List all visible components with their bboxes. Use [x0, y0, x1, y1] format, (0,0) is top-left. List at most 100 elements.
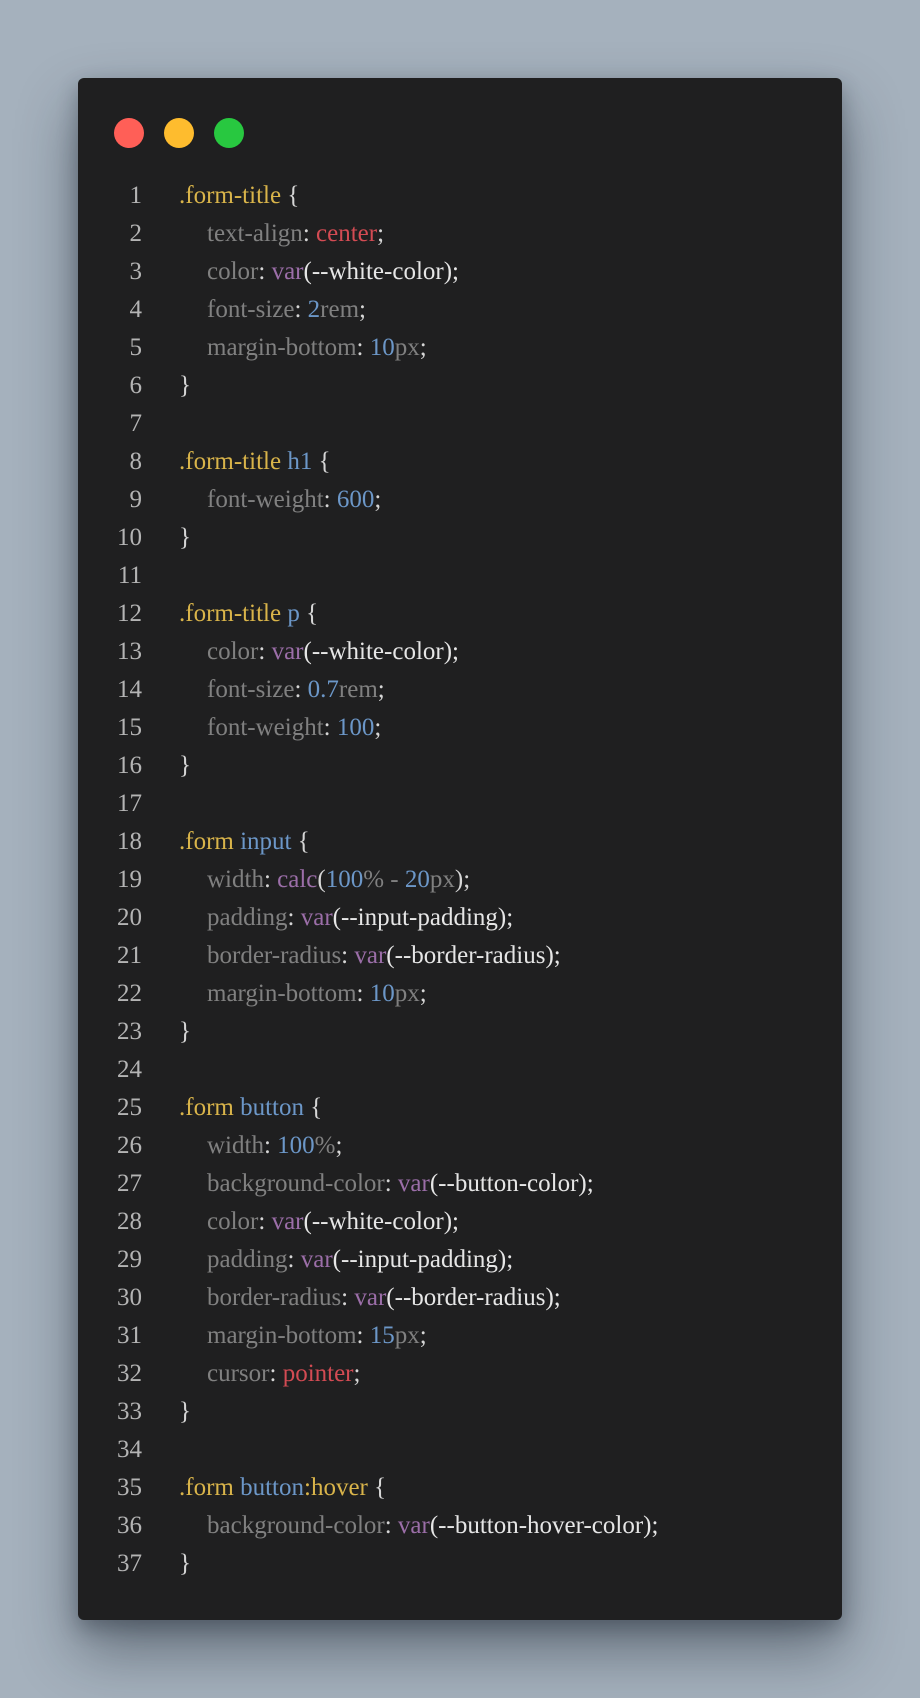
- line-number: 35: [117, 1474, 142, 1501]
- code-token: {: [367, 1474, 387, 1501]
- code-line: 10}: [78, 519, 842, 557]
- code-text: .form input {: [142, 823, 310, 861]
- code-token: (--white-color);: [303, 638, 459, 665]
- code-token: .form-title: [179, 448, 282, 475]
- code-line: 20 padding: var(--input-padding);: [78, 899, 842, 937]
- code-line: 25 .form button {: [78, 1089, 842, 1127]
- code-line: 2 text-align: center;: [78, 215, 842, 253]
- line-number: 5: [129, 334, 143, 361]
- code-line: 33}: [78, 1393, 842, 1431]
- code-token: (--white-color);: [303, 258, 459, 285]
- code-text: font-weight: 100;: [142, 709, 381, 747]
- minimize-window-icon[interactable]: [164, 118, 194, 148]
- code-token: :: [287, 904, 301, 931]
- code-token: calc: [277, 866, 318, 893]
- code-token: var: [397, 1512, 430, 1539]
- code-line: 36 background-color: var(--button-hover-c…: [78, 1507, 842, 1545]
- code-token: px: [394, 1322, 420, 1349]
- line-number: 7: [129, 410, 143, 437]
- code-token: ;: [419, 980, 427, 1007]
- code-line: 1 .form-title {: [78, 177, 842, 215]
- code-token: (--border-radius);: [386, 1284, 561, 1311]
- code-line: 17: [78, 785, 842, 823]
- code-token: :: [323, 714, 337, 741]
- code-text: width: calc(100% - 20px);: [142, 861, 470, 899]
- line-number: 34: [117, 1436, 142, 1463]
- code-line: 23}: [78, 1013, 842, 1051]
- code-line: 13 color: var(--white-color);: [78, 633, 842, 671]
- code-token: px: [394, 980, 420, 1007]
- code-token: (--white-color);: [303, 1208, 459, 1235]
- code-text: .form button:hover {: [142, 1469, 386, 1507]
- code-line: 31 margin-bottom: 15px;: [78, 1317, 842, 1355]
- close-window-icon[interactable]: [114, 118, 144, 148]
- code-token: :: [269, 1360, 283, 1387]
- code-token: 100: [277, 1132, 315, 1159]
- line-number: 16: [117, 752, 142, 779]
- code-token: :: [294, 296, 308, 323]
- line-number: 25: [117, 1094, 142, 1121]
- code-token: color: [207, 258, 259, 285]
- code-token: (: [317, 866, 326, 893]
- line-number: 37: [117, 1550, 142, 1577]
- code-token: ;: [374, 714, 382, 741]
- code-line: 35 .form button:hover {: [78, 1469, 842, 1507]
- code-line: 16}: [78, 747, 842, 785]
- code-text: padding: var(--input-padding);: [142, 1241, 513, 1279]
- code-line: 8 .form-title h1 {: [78, 443, 842, 481]
- line-number: 1: [129, 182, 143, 209]
- line-number: 32: [117, 1360, 142, 1387]
- code-editor: 1 .form-title {2 text-align: center; 3 color…: [78, 177, 842, 1583]
- code-text: }: [142, 1013, 191, 1051]
- code-token: px: [394, 334, 420, 361]
- code-text: color: var(--white-color);: [142, 633, 459, 671]
- code-token: :: [384, 1512, 398, 1539]
- maximize-window-icon[interactable]: [214, 118, 244, 148]
- code-token: :: [258, 1208, 272, 1235]
- line-number: 17: [117, 790, 142, 817]
- code-token: cursor: [207, 1360, 270, 1387]
- code-token: font-weight: [207, 714, 324, 741]
- code-line: 6}: [78, 367, 842, 405]
- code-token: :: [323, 486, 337, 513]
- code-token: .form-title: [179, 600, 282, 627]
- code-token: border-radius: [207, 1284, 342, 1311]
- code-token: button: [240, 1094, 305, 1121]
- code-token: width: [207, 866, 264, 893]
- code-line: 37}: [78, 1545, 842, 1583]
- code-token: var: [354, 942, 387, 969]
- code-line: 3 color: var(--white-color);: [78, 253, 842, 291]
- line-number: 8: [129, 448, 143, 475]
- code-text: color: var(--white-color);: [142, 253, 459, 291]
- code-token: 10: [369, 334, 395, 361]
- code-token: 15: [369, 1322, 395, 1349]
- code-text: margin-bottom: 10px;: [142, 329, 427, 367]
- code-text: font-size: 2rem;: [142, 291, 366, 329]
- code-token: .form-title: [179, 182, 282, 209]
- line-number: 11: [117, 562, 142, 589]
- code-text: margin-bottom: 15px;: [142, 1317, 427, 1355]
- code-token: 100: [325, 866, 364, 893]
- code-token: ;: [419, 334, 427, 361]
- code-line: 12 .form-title p {: [78, 595, 842, 633]
- code-text: font-size: 0.7rem;: [142, 671, 385, 709]
- code-line: 22 margin-bottom: 10px;: [78, 975, 842, 1013]
- code-token: {: [304, 1094, 323, 1121]
- code-text: text-align: center;: [142, 215, 384, 253]
- code-token: border-radius: [207, 942, 342, 969]
- code-token: (--button-color);: [429, 1170, 594, 1197]
- code-token: margin-bottom: [207, 1322, 357, 1349]
- line-number: 29: [117, 1246, 142, 1273]
- code-text: margin-bottom: 10px;: [142, 975, 427, 1013]
- code-token: :hover: [304, 1474, 368, 1501]
- code-token: h1: [287, 448, 313, 475]
- code-line: 28 color: var(--white-color);: [78, 1203, 842, 1241]
- code-token: background-color: [207, 1170, 385, 1197]
- code-text: cursor: pointer;: [142, 1355, 360, 1393]
- code-token: var: [300, 904, 333, 931]
- code-token: margin-bottom: [207, 980, 357, 1007]
- code-text: }: [142, 519, 191, 557]
- code-text: background-color: var(--button-color);: [142, 1165, 594, 1203]
